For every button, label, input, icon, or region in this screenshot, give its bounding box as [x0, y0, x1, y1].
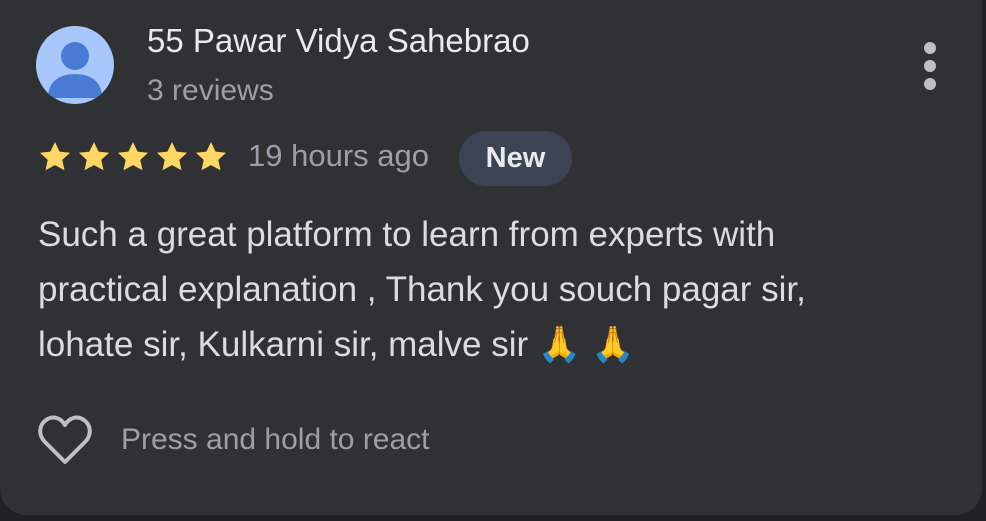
react-label: Press and hold to react — [121, 423, 430, 456]
menu-dot — [924, 42, 936, 54]
reviewer-name[interactable]: 55 Pawar Vidya Sahebrao — [147, 22, 530, 60]
new-badge: New — [459, 131, 572, 186]
menu-dot — [924, 60, 936, 72]
star-icon — [117, 141, 149, 171]
menu-dot — [924, 78, 936, 90]
review-text: Such a great platform to learn from expe… — [38, 207, 938, 372]
star-icon — [156, 141, 188, 171]
star-icon — [78, 141, 110, 171]
review-line: practical explanation , Thank you souch … — [38, 270, 806, 309]
review-line: lohate sir, Kulkarni sir, malve sir 🙏 🙏 — [38, 325, 635, 364]
review-line: Such a great platform to learn from expe… — [38, 215, 776, 254]
star-icon — [195, 141, 227, 171]
react-button[interactable]: Press and hold to react — [36, 410, 430, 470]
reviewer-review-count: 3 reviews — [147, 74, 274, 107]
star-icon — [39, 141, 71, 171]
star-rating — [36, 138, 230, 178]
avatar[interactable] — [36, 26, 114, 104]
posted-time: 19 hours ago — [248, 138, 429, 173]
more-vert-icon[interactable] — [912, 38, 948, 94]
heart-outline-icon — [38, 415, 92, 464]
person-silhouette-icon — [48, 42, 102, 98]
review-card: 55 Pawar Vidya Sahebrao 3 reviews 19 hou… — [0, 0, 982, 515]
